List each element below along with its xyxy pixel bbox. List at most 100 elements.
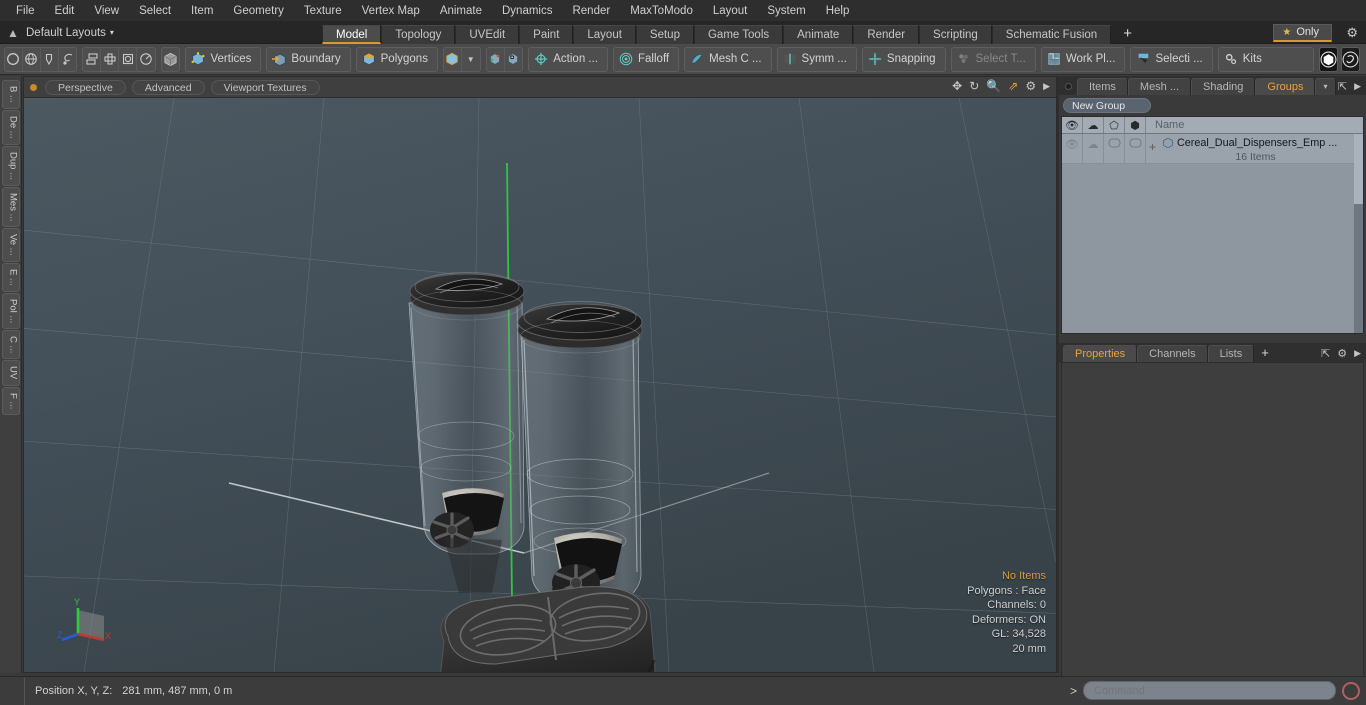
rotate-icon[interactable]: ↻ [969, 79, 979, 93]
selection-mode-vertices[interactable]: Vertices [185, 46, 262, 72]
tab-scripting[interactable]: Scripting [919, 24, 992, 44]
tab-paint[interactable]: Paint [519, 24, 574, 44]
vtab-polygon[interactable]: Pol ... [1, 292, 20, 329]
cube-icon[interactable] [162, 48, 180, 71]
vtab-edge[interactable]: E ... [1, 262, 20, 292]
gear-icon[interactable]: ⚙ [1346, 25, 1358, 41]
forward-icon[interactable]: ▶ [1354, 81, 1361, 92]
tab-setup[interactable]: Setup [635, 24, 694, 44]
fit-icon[interactable]: ⇗ [1008, 79, 1018, 93]
row-camera-icon[interactable]: ☁ [1083, 134, 1104, 163]
menu-item-render[interactable]: Render [562, 0, 620, 22]
tab-properties[interactable]: Properties [1063, 345, 1138, 362]
camera-icon[interactable]: ☁ [1083, 117, 1104, 133]
item-cube-icon[interactable] [444, 47, 462, 71]
eye-icon[interactable]: 👁 [1062, 117, 1083, 133]
menu-item-dynamics[interactable]: Dynamics [492, 0, 562, 22]
chevron-down-icon[interactable]: ▼ [462, 48, 480, 71]
row-expander[interactable]: + [1149, 140, 1156, 154]
globe-icon[interactable] [23, 47, 41, 71]
pen-icon[interactable] [41, 47, 59, 71]
menu-item-maxtomodo[interactable]: MaxToModo [620, 0, 703, 22]
add-tab-button[interactable]: + [1111, 25, 1144, 44]
vtab-deform[interactable]: De ... [1, 109, 20, 145]
table-row[interactable]: 👁 ☁ + Cereal_Dual_Dispensers_Emp ... 16 … [1062, 134, 1363, 164]
viewport-textures-toggle[interactable]: Viewport Textures [210, 79, 320, 95]
row-shaded-toggle[interactable] [1104, 134, 1125, 163]
record-circle-icon[interactable] [1342, 681, 1360, 700]
pan-icon[interactable]: ✥ [952, 79, 962, 93]
cube-outline-icon[interactable]: ⬠ [1104, 117, 1125, 133]
expand-icon[interactable]: ⇱ [1321, 347, 1330, 360]
tab-model[interactable]: Model [322, 24, 382, 44]
viewport-shading-selector[interactable]: Advanced [131, 79, 205, 95]
align-icon[interactable] [83, 47, 102, 71]
vtab-fusion[interactable]: F ... [1, 386, 20, 415]
vtab-curve[interactable]: C ... [1, 329, 20, 360]
only-toggle-button[interactable]: ★ Only [1273, 24, 1332, 42]
tab-lists[interactable]: Lists [1207, 345, 1255, 362]
tab-schematic-fusion[interactable]: Schematic Fusion [991, 24, 1112, 44]
gear-icon[interactable]: ⚙ [1337, 347, 1347, 360]
tab-shading[interactable]: Shading [1191, 78, 1256, 95]
falloff-button[interactable]: Falloff [613, 46, 680, 72]
menu-item-texture[interactable]: Texture [294, 0, 352, 22]
viewport-canvas[interactable]: Y X Z No Items Polygons : Face Channels:… [24, 98, 1056, 672]
square-select-icon[interactable] [119, 47, 138, 71]
tab-layout[interactable]: Layout [573, 24, 636, 44]
new-group-button[interactable]: New Group [1063, 98, 1151, 113]
add-properties-tab[interactable]: + [1254, 345, 1276, 362]
pivot-axis-icon[interactable] [505, 48, 523, 71]
vtab-basic[interactable]: B ... [1, 80, 20, 109]
layout-preset-label[interactable]: Default Layouts [26, 27, 110, 39]
menu-item-select[interactable]: Select [129, 0, 181, 22]
menu-item-item[interactable]: Item [181, 0, 223, 22]
selection-set-button[interactable]: Selecti ... [1130, 46, 1213, 72]
snapping-button[interactable]: Snapping [861, 46, 946, 72]
menu-item-system[interactable]: System [757, 0, 815, 22]
vtab-duplicate[interactable]: Dup ... [1, 145, 20, 186]
chevron-down-icon[interactable]: ▾ [110, 28, 114, 37]
select-through-button[interactable]: Select T... [950, 46, 1036, 72]
chevron-down-icon[interactable]: ▾ [1315, 78, 1336, 95]
cube-wire-icon[interactable]: ⬢ [1125, 117, 1146, 133]
mesh-constraint-button[interactable]: Mesh C ... [684, 46, 772, 72]
menu-item-file[interactable]: File [6, 0, 45, 22]
menu-item-edit[interactable]: Edit [45, 0, 85, 22]
panel-splitter[interactable] [1059, 334, 1366, 342]
menu-item-view[interactable]: View [84, 0, 129, 22]
unreal-badge-icon[interactable] [1340, 46, 1361, 72]
pivot-center-icon[interactable] [487, 47, 505, 71]
move-icon[interactable] [101, 47, 120, 71]
viewport-camera-selector[interactable]: Perspective [45, 79, 126, 95]
tab-items[interactable]: Items [1077, 78, 1128, 95]
row-name-cell[interactable]: + Cereal_Dual_Dispensers_Emp ... 16 Item… [1146, 134, 1363, 163]
groups-list[interactable]: 👁 ☁ ⬠ ⬢ Name 👁 ☁ + Cereal_Dual_Dispenser… [1061, 116, 1364, 334]
rotate-icon[interactable] [137, 48, 155, 71]
tab-topology[interactable]: Topology [381, 24, 456, 44]
circle-icon[interactable] [5, 47, 23, 71]
selection-mode-boundary[interactable]: Boundary [266, 46, 351, 72]
modo-badge-icon[interactable] [1318, 46, 1338, 72]
command-input[interactable] [1083, 681, 1336, 700]
kits-button[interactable]: Kits [1217, 46, 1314, 72]
symmetry-button[interactable]: Symm ... [776, 46, 857, 72]
menu-item-layout[interactable]: Layout [703, 0, 758, 22]
menu-item-help[interactable]: Help [816, 0, 860, 22]
menu-item-geometry[interactable]: Geometry [223, 0, 294, 22]
menu-item-animate[interactable]: Animate [430, 0, 492, 22]
vtab-uv[interactable]: UV [1, 360, 20, 386]
properties-body[interactable] [1061, 362, 1364, 680]
tab-mesh[interactable]: Mesh ... [1127, 78, 1192, 95]
tab-game-tools[interactable]: Game Tools [693, 24, 784, 44]
selection-mode-polygons[interactable]: Polygons [355, 46, 438, 72]
row-wire-toggle[interactable] [1125, 134, 1146, 163]
play-icon[interactable]: ▶ [1043, 81, 1050, 92]
work-plane-button[interactable]: Work Pl... [1040, 46, 1126, 72]
zoom-icon[interactable]: 🔍 [986, 79, 1001, 93]
forward-icon[interactable]: ▶ [1354, 348, 1361, 359]
tab-channels[interactable]: Channels [1137, 345, 1208, 362]
action-center-button[interactable]: Action ... [528, 46, 609, 72]
tab-uvedit[interactable]: UVEdit [455, 24, 520, 44]
groups-list-scrollbar[interactable] [1354, 134, 1363, 333]
